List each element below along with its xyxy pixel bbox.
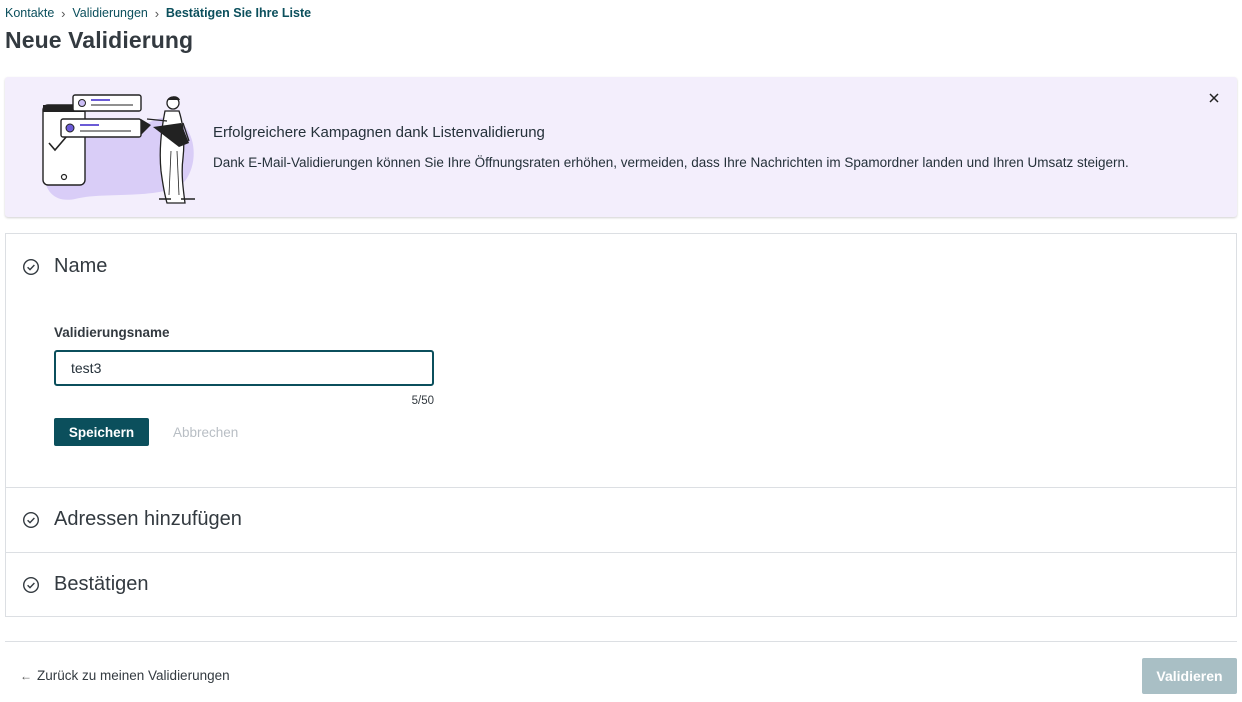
validation-name-input[interactable] [54, 350, 434, 386]
breadcrumb-link-kontakte[interactable]: Kontakte [5, 6, 54, 20]
validation-illustration [42, 94, 195, 204]
close-icon[interactable] [1205, 89, 1223, 107]
banner-text: Dank E-Mail-Validierungen können Sie Ihr… [213, 155, 1129, 170]
step-addresses-header[interactable]: Adressen hinzufügen [6, 488, 1236, 552]
step-name-title: Name [54, 255, 108, 277]
arrow-left-icon: ← [20, 668, 32, 683]
validation-steps: Name Validierungsname 5/50 Speichern Abb… [5, 233, 1237, 617]
breadcrumb: Kontakte › Validierungen › Bestätigen Si… [5, 5, 311, 21]
back-link-label: Zurück zu meinen Validierungen [37, 668, 230, 683]
save-button[interactable]: Speichern [54, 418, 149, 446]
page-title: Neue Validierung [5, 27, 194, 53]
step-name: Name Validierungsname 5/50 Speichern Abb… [6, 234, 1236, 487]
check-circle-icon [22, 258, 40, 276]
breadcrumb-current: Bestätigen Sie Ihre Liste [165, 6, 312, 20]
step-addresses: Adressen hinzufügen [6, 487, 1236, 552]
check-circle-icon [22, 511, 40, 529]
footer-divider [5, 641, 1237, 642]
chevron-right-icon: › [154, 5, 160, 21]
banner-title: Erfolgreichere Kampagnen dank Listenvali… [213, 124, 545, 141]
step-addresses-title: Adressen hinzufügen [54, 508, 242, 530]
validate-button[interactable]: Validieren [1142, 658, 1237, 694]
breadcrumb-link-validierungen[interactable]: Validierungen [72, 6, 148, 20]
chevron-right-icon: › [61, 5, 66, 21]
validation-name-label: Validierungsname [54, 325, 170, 340]
back-to-validations-link[interactable]: ← Zurück zu meinen Validierungen [20, 668, 230, 683]
step-confirm: Bestätigen [6, 552, 1236, 617]
info-banner: Erfolgreichere Kampagnen dank Listenvali… [5, 77, 1237, 217]
step-confirm-header[interactable]: Bestätigen [6, 553, 1236, 617]
step-name-header[interactable]: Name [6, 234, 1236, 298]
character-counter: 5/50 [411, 395, 434, 407]
check-circle-icon [22, 576, 40, 594]
step-confirm-title: Bestätigen [54, 573, 149, 595]
cancel-button[interactable]: Abbrechen [173, 418, 238, 446]
